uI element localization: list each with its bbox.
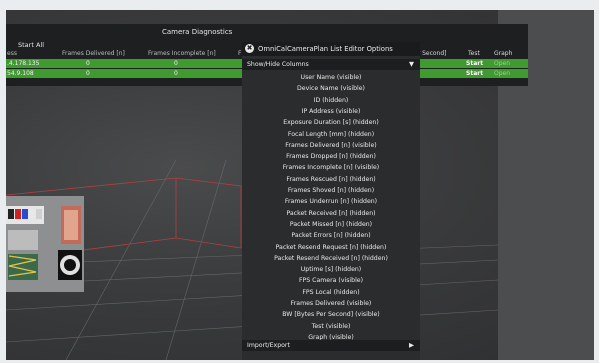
- table-row-right: Start Open: [410, 69, 528, 78]
- column-toggle-item[interactable]: Test (visible): [242, 323, 420, 330]
- column-toggle-item[interactable]: FPS Camera (visible): [242, 277, 420, 284]
- popup-title-bar: ✖ OmniCalCameraPlan List Editor Options: [242, 42, 420, 56]
- column-toggle-item[interactable]: Frames Underrun [n] (hidden): [242, 198, 420, 205]
- column-toggle-item[interactable]: Frames Dropped [n] (hidden): [242, 153, 420, 160]
- column-toggle-item[interactable]: Frames Delivered [n] (visible): [242, 142, 420, 149]
- calibration-target: [6, 196, 84, 292]
- column-toggle-item[interactable]: Packet Resend Request [n] (hidden): [242, 244, 420, 251]
- column-toggle-item[interactable]: ID (hidden): [242, 97, 420, 104]
- column-toggle-item[interactable]: Uptime [s] (hidden): [242, 266, 420, 273]
- column-toggle-item[interactable]: Frames Shoved [n] (hidden): [242, 187, 420, 194]
- column-header-address[interactable]: ess: [7, 50, 17, 57]
- column-header-truncated[interactable]: F: [238, 50, 241, 57]
- show-hide-columns-header[interactable]: Show/Hide Columns ▼: [242, 59, 420, 70]
- row-address: .4.178.135: [7, 60, 40, 67]
- column-header-frames-incomplete[interactable]: Frames Incomplete [n]: [148, 50, 216, 57]
- column-toggle-item[interactable]: User Name (visible): [242, 74, 420, 81]
- table-row-right: Start Open: [410, 59, 528, 68]
- import-export-label: Import/Export: [247, 342, 290, 349]
- column-toggle-item[interactable]: BW [Bytes Per Second] (visible): [242, 311, 420, 318]
- column-toggle-item[interactable]: Frames Rescued [n] (hidden): [242, 176, 420, 183]
- start-all-button[interactable]: Start All: [18, 41, 44, 49]
- close-icon[interactable]: ✖: [245, 44, 254, 53]
- column-toggle-item[interactable]: Device Name (visible): [242, 85, 420, 92]
- open-graph-button[interactable]: Open: [494, 70, 510, 77]
- chevron-right-icon: ▶: [409, 341, 414, 349]
- start-button[interactable]: Start: [466, 60, 483, 67]
- column-toggle-item[interactable]: IP Address (visible): [242, 108, 420, 115]
- row-frames-incomplete: 0: [174, 70, 178, 77]
- row-address: 54.9.108: [7, 70, 34, 77]
- show-hide-columns-label: Show/Hide Columns: [247, 61, 309, 68]
- column-header-graph[interactable]: Graph: [494, 50, 512, 57]
- column-toggle-item[interactable]: Focal Length [mm] (hidden): [242, 131, 420, 138]
- diagnostics-panel-right: er Second] Test Graph Start Open Start O…: [410, 24, 528, 86]
- start-button[interactable]: Start: [466, 70, 483, 77]
- row-frames-delivered: 0: [86, 70, 90, 77]
- column-toggle-item[interactable]: Frames Incomplete [n] (visible): [242, 164, 420, 171]
- list-editor-options-popup: ✖ OmniCalCameraPlan List Editor Options …: [242, 42, 420, 360]
- column-toggle-item[interactable]: Frames Delivered (visible): [242, 300, 420, 307]
- column-header-test[interactable]: Test: [468, 50, 480, 57]
- column-toggle-item[interactable]: Packet Errors [n] (hidden): [242, 232, 420, 239]
- panel-title: Camera Diagnostics: [162, 28, 233, 36]
- column-toggle-item[interactable]: Exposure Duration [s] (hidden): [242, 119, 420, 126]
- row-frames-delivered: 0: [86, 60, 90, 67]
- popup-title: OmniCalCameraPlan List Editor Options: [258, 45, 393, 53]
- import-export-header[interactable]: Import/Export ▶: [242, 340, 420, 351]
- chevron-down-icon: ▼: [409, 60, 414, 68]
- column-toggle-item[interactable]: Packet Resend Received [n] (hidden): [242, 255, 420, 262]
- row-frames-incomplete: 0: [174, 60, 178, 67]
- column-toggle-item[interactable]: FPS Local (hidden): [242, 289, 420, 296]
- application-window: Camera Diagnostics Start All ess Frames …: [6, 10, 594, 360]
- open-graph-button[interactable]: Open: [494, 60, 510, 67]
- column-header-frames-delivered[interactable]: Frames Delivered [n]: [62, 50, 125, 57]
- column-toggle-item[interactable]: Packet Received [n] (hidden): [242, 210, 420, 217]
- column-toggle-item[interactable]: Packet Missed [n] (hidden): [242, 221, 420, 228]
